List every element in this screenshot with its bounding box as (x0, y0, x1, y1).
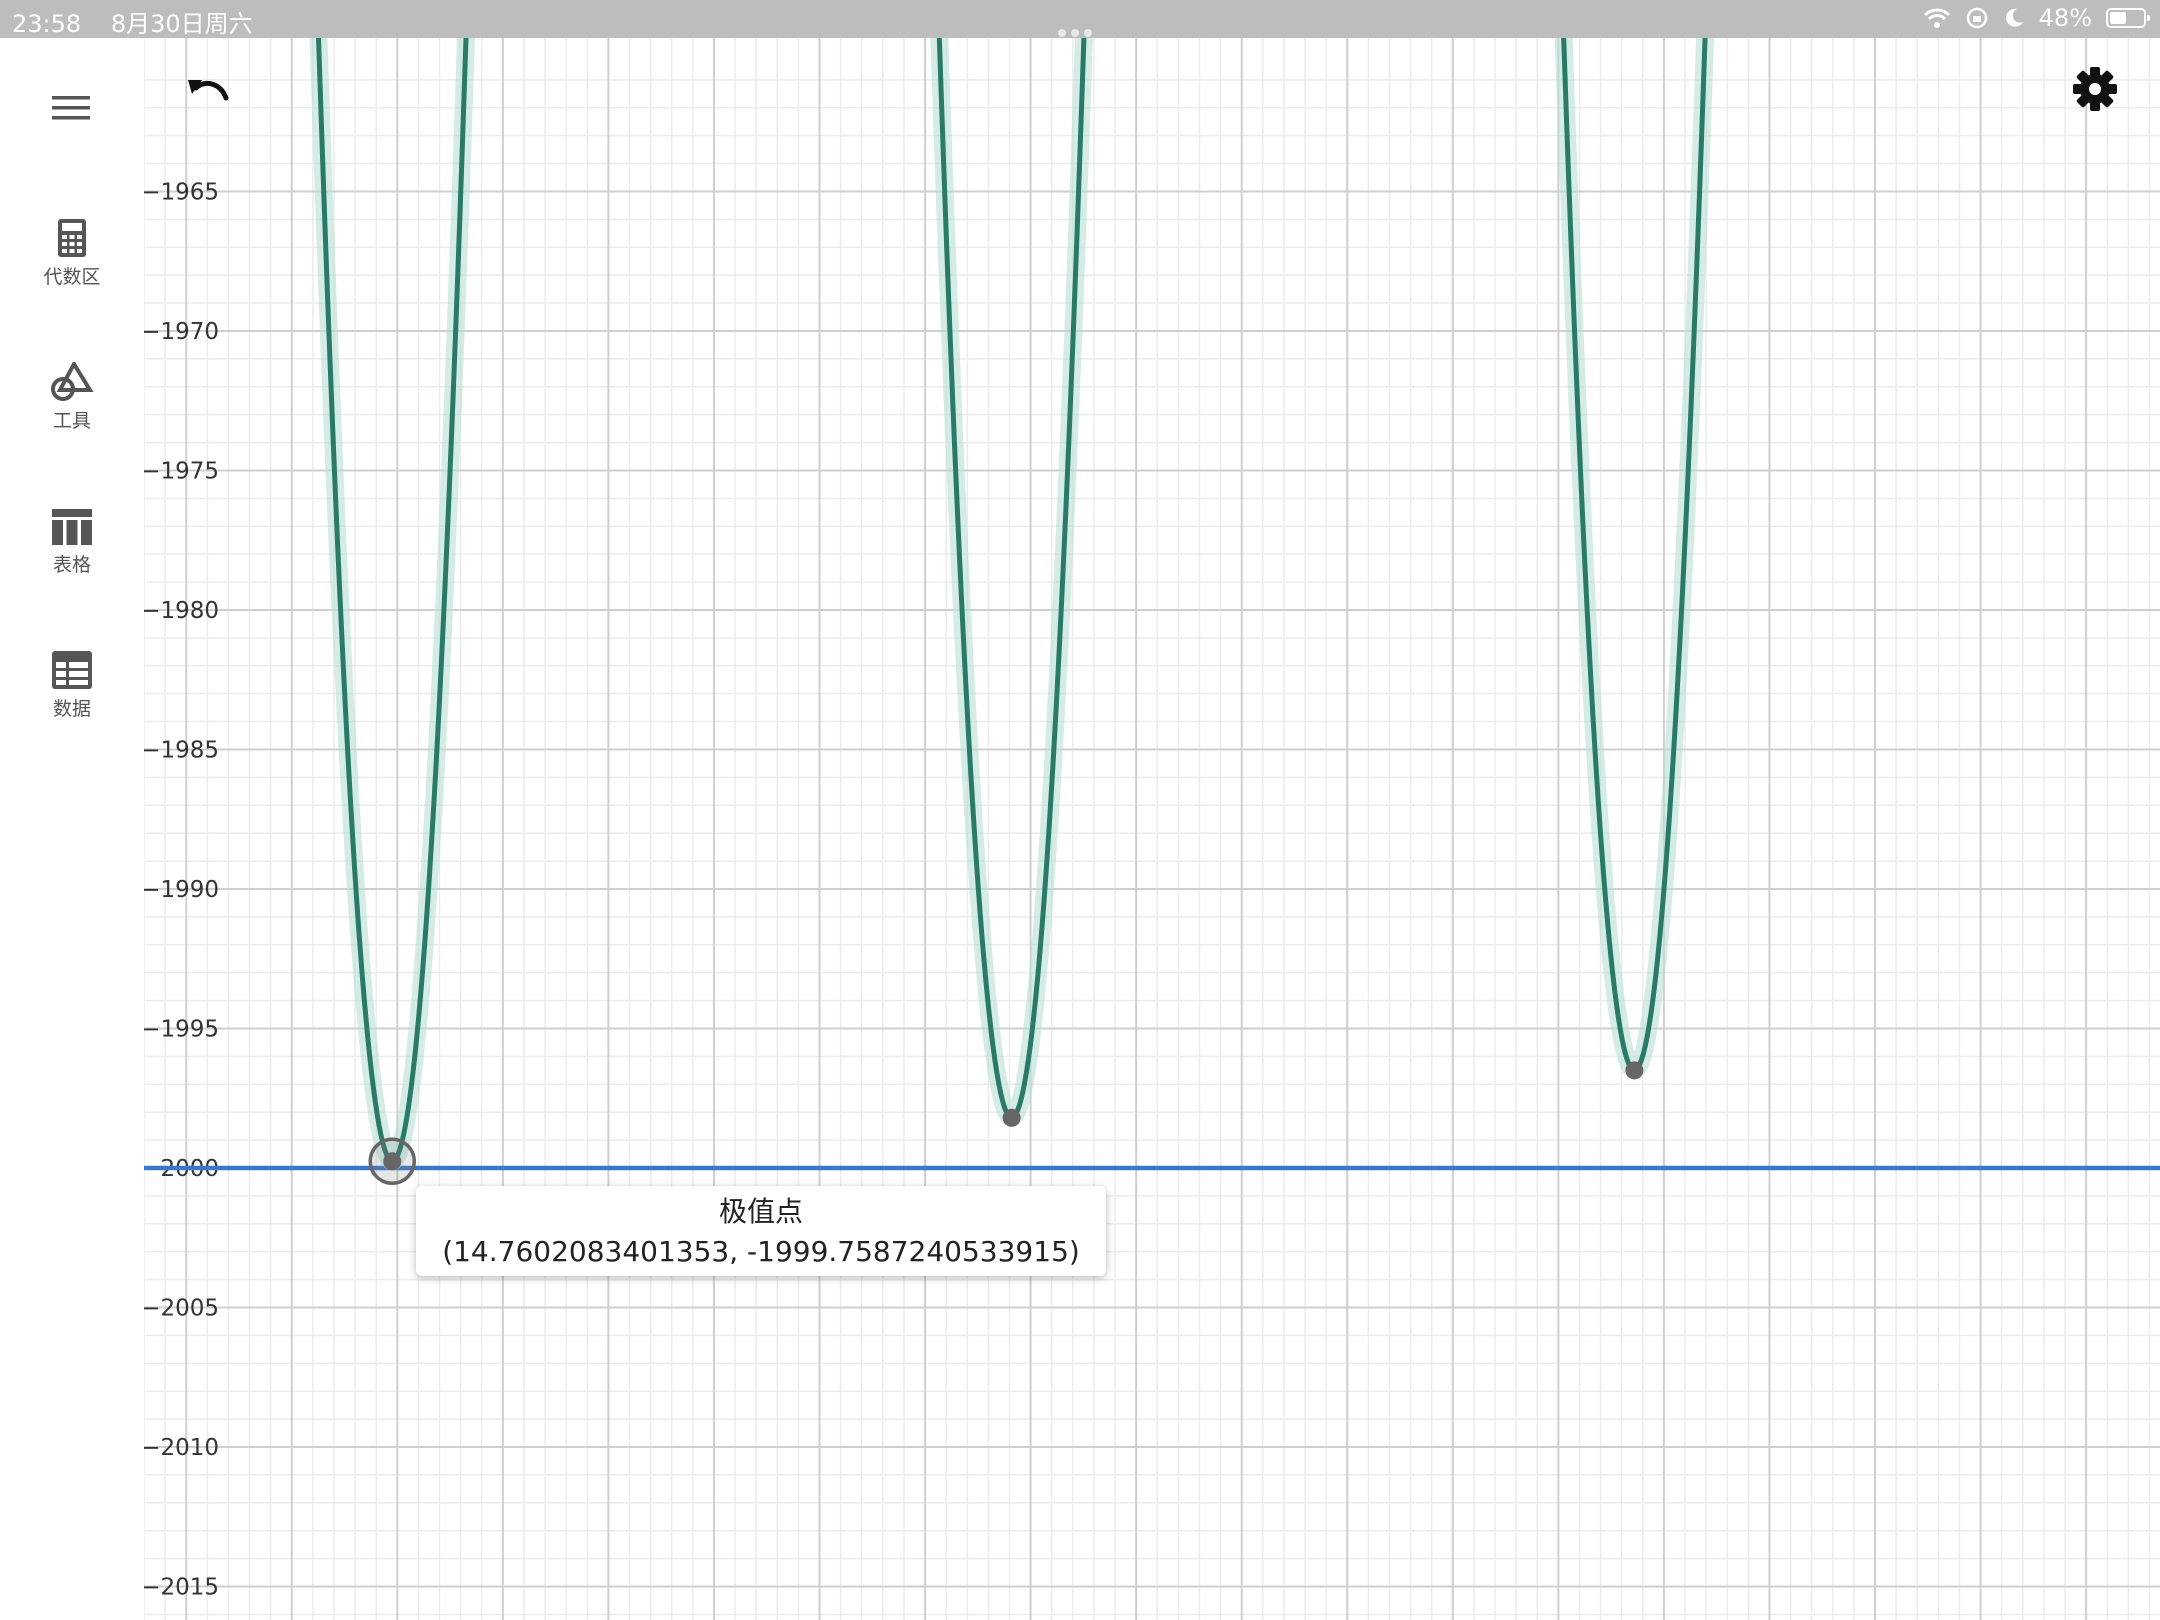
y-tick-label: −1995 (141, 1016, 219, 1042)
y-tick-label: −1985 (141, 737, 219, 763)
undo-icon[interactable] (184, 70, 234, 110)
sidebar-item-label: 数据 (52, 698, 91, 720)
y-tick-label: −1965 (141, 179, 219, 205)
sidebar-item-algebra[interactable]: 代数区 (0, 212, 144, 289)
status-time: 23:58 (12, 10, 82, 38)
extreme-point (1002, 1108, 1021, 1127)
calculator-icon (58, 219, 86, 257)
extreme-point (1625, 1061, 1644, 1080)
curve-path (314, 0, 1709, 1164)
tooltip-title: 极值点 (718, 1195, 803, 1228)
grid-minor (143, 38, 2160, 1620)
wifi-icon (1923, 8, 1950, 28)
battery-icon (2106, 8, 2150, 28)
rotation-lock-icon (1966, 7, 1987, 29)
y-tick-label: −1975 (141, 458, 219, 484)
y-tick-label: −1980 (141, 598, 219, 624)
status-bar: 23:58 8月30日周六 48% (0, 0, 2160, 38)
status-date: 8月30日周六 (110, 10, 253, 38)
sidebar-item-label: 代数区 (43, 266, 101, 288)
sidebar-item-label: 工具 (52, 410, 91, 432)
multitasking-dots[interactable] (1058, 15, 1097, 43)
tooltip-value: (14.7602083401353, -1999.7587240533915) (442, 1235, 1080, 1268)
graph-canvas[interactable]: 5101520253035404550556065707580859095 −1… (0, 0, 2160, 1620)
moon-icon (2005, 8, 2023, 27)
y-tick-label: −2010 (141, 1435, 219, 1461)
y-tick-label: −1990 (141, 877, 219, 903)
y-tick-label: −1970 (141, 319, 219, 345)
sidebar-item-data[interactable]: 数据 (0, 644, 144, 721)
function-curve[interactable] (308, 0, 1716, 1171)
sidebar-item-table[interactable]: 表格 (0, 500, 144, 577)
sidebar-item-label: 表格 (52, 554, 91, 576)
y-tick-label: −2015 (141, 1575, 219, 1601)
sidebar: 代数区 工具 表格 数据 (0, 38, 144, 1620)
battery-percent: 48% (2038, 4, 2092, 32)
extremum-tooltip: 极值点 (14.7602083401353, -1999.75872405339… (416, 1186, 1106, 1276)
sidebar-item-tools[interactable]: 工具 (0, 356, 144, 433)
gear-icon[interactable] (2072, 66, 2118, 112)
curve-highlight (308, 0, 1716, 1171)
geometry-tools-icon (51, 362, 94, 401)
extreme-point (383, 1152, 402, 1171)
spreadsheet-icon (52, 651, 92, 689)
y-tick-label: −2005 (141, 1296, 219, 1322)
hamburger-menu-icon[interactable] (50, 92, 94, 124)
table-icon (52, 509, 92, 545)
